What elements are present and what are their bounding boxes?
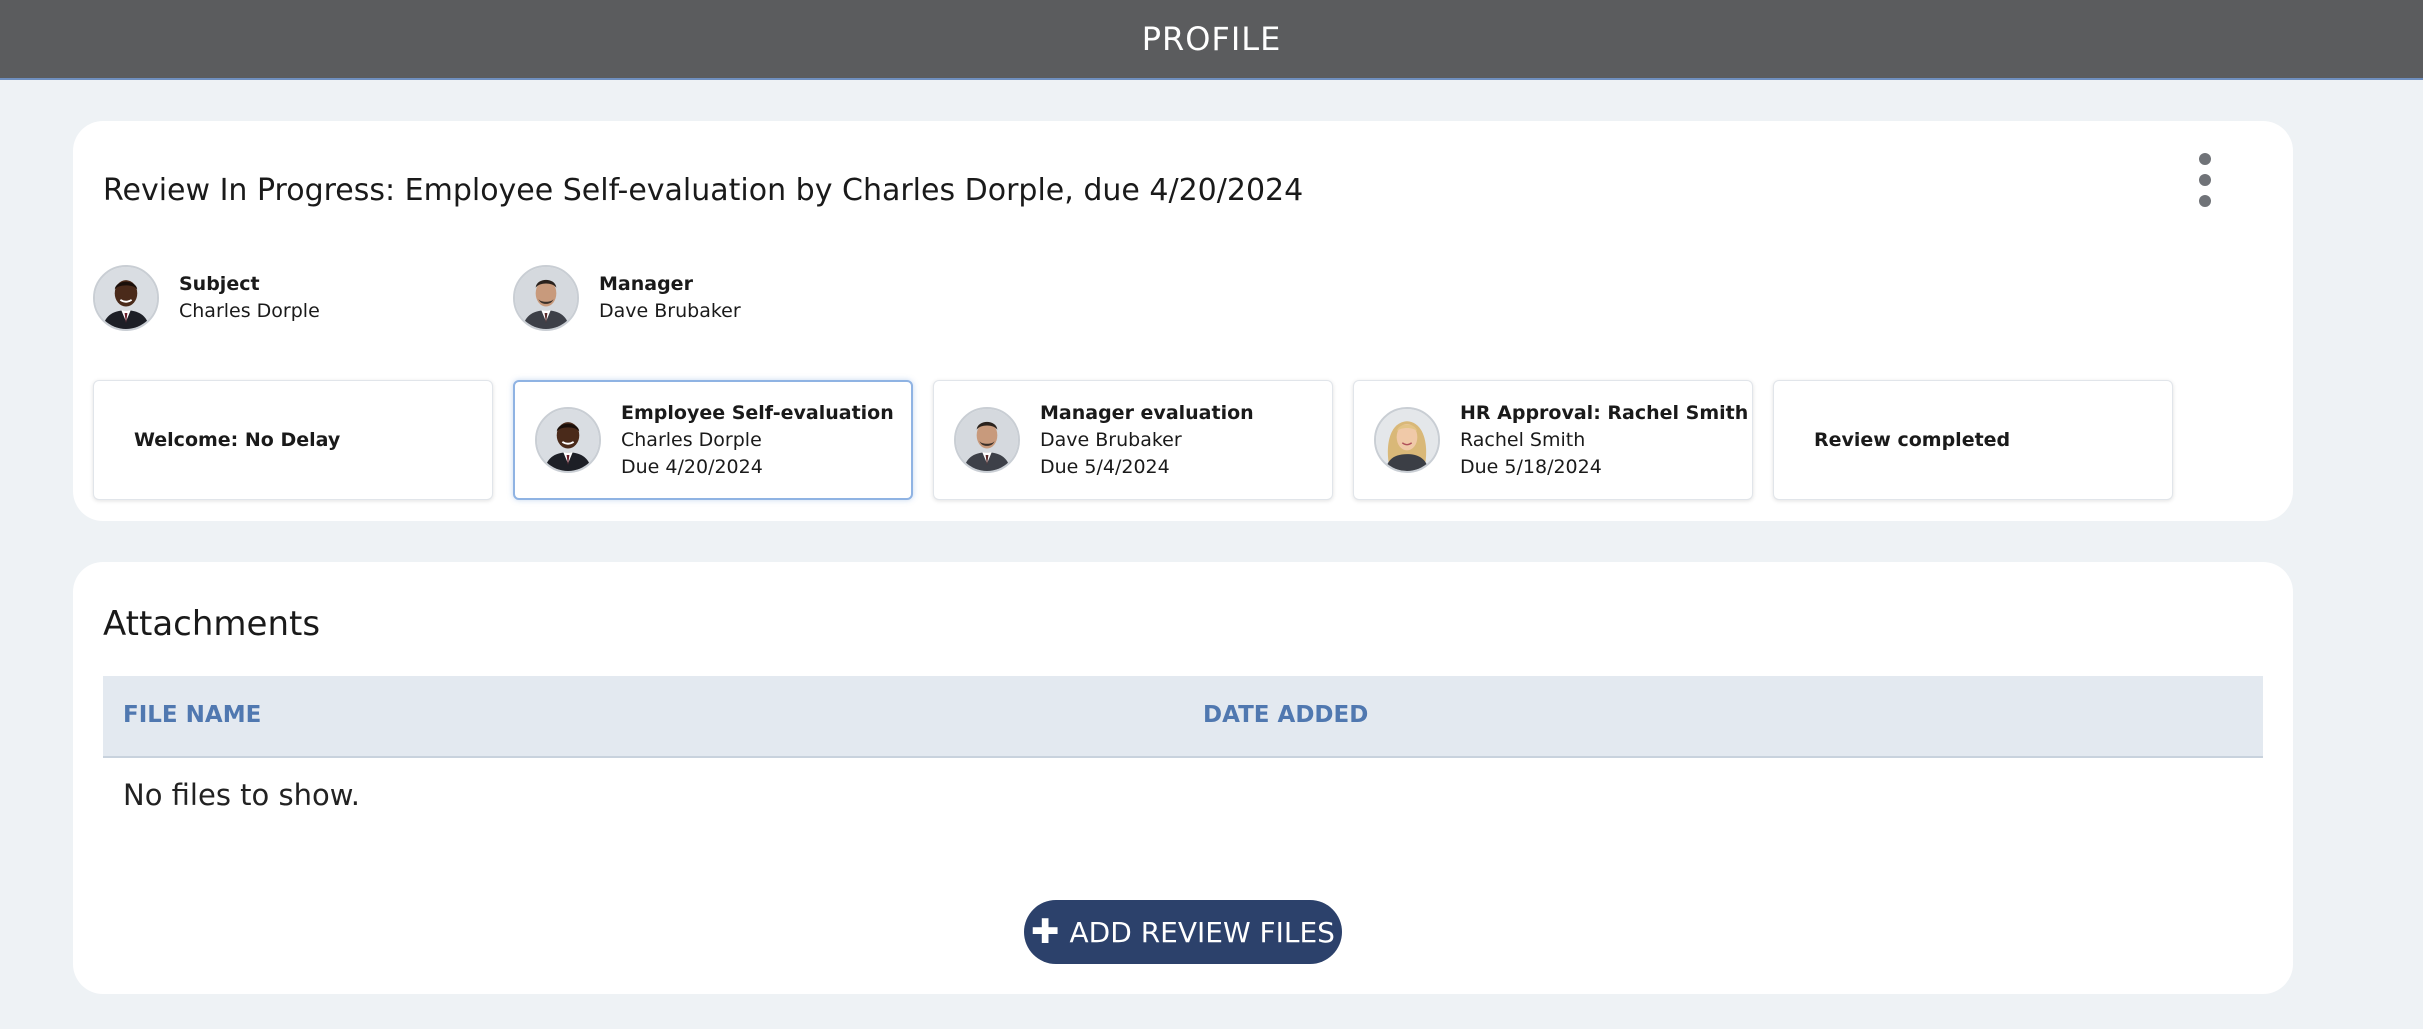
step-person: Charles Dorple bbox=[621, 428, 762, 451]
step-title: Employee Self-evaluation bbox=[621, 401, 894, 424]
manager-name: Dave Brubaker bbox=[599, 300, 741, 322]
step-due: Due 5/4/2024 bbox=[1040, 455, 1170, 478]
step-due: Due 4/20/2024 bbox=[621, 455, 763, 478]
add-review-files-button[interactable]: ✚ ADD REVIEW FILES bbox=[1024, 900, 1342, 964]
add-button-label: ADD REVIEW FILES bbox=[1069, 915, 1335, 949]
attachments-title: Attachments bbox=[103, 604, 321, 644]
step-title: Review completed bbox=[1814, 428, 2011, 451]
column-file-name[interactable]: FILE NAME bbox=[123, 702, 261, 728]
step-avatar bbox=[954, 407, 1020, 473]
column-date-added[interactable]: DATE ADDED bbox=[1203, 702, 1368, 728]
attachments-card: Attachments FILE NAME DATE ADDED No file… bbox=[73, 562, 2293, 994]
step-person: Dave Brubaker bbox=[1040, 428, 1182, 451]
review-title: Review In Progress: Employee Self-evalua… bbox=[103, 173, 1304, 208]
manager-label: Manager bbox=[599, 273, 693, 295]
top-bar: PROFILE bbox=[0, 0, 2423, 80]
more-vertical-icon[interactable] bbox=[2193, 153, 2217, 207]
plus-icon: ✚ bbox=[1031, 912, 1060, 952]
table-header: FILE NAME DATE ADDED bbox=[103, 676, 2263, 758]
subject-avatar bbox=[93, 265, 159, 331]
empty-message: No files to show. bbox=[123, 778, 360, 812]
attachments-table: FILE NAME DATE ADDED No files to show. bbox=[103, 676, 2263, 838]
step-employee-self-evaluation[interactable]: Employee Self-evaluation Charles Dorple … bbox=[513, 380, 913, 500]
step-welcome[interactable]: Welcome: No Delay bbox=[93, 380, 493, 500]
subject-info: Subject Charles Dorple bbox=[93, 265, 320, 331]
step-title: HR Approval: Rachel Smith bbox=[1460, 401, 1749, 424]
manager-info: Manager Dave Brubaker bbox=[513, 265, 741, 331]
page-title: PROFILE bbox=[1141, 20, 1282, 58]
step-due: Due 5/18/2024 bbox=[1460, 455, 1602, 478]
step-hr-approval[interactable]: HR Approval: Rachel Smith Rachel Smith D… bbox=[1353, 380, 1753, 500]
empty-row: No files to show. bbox=[103, 758, 2263, 838]
step-manager-evaluation[interactable]: Manager evaluation Dave Brubaker Due 5/4… bbox=[933, 380, 1333, 500]
step-title: Welcome: No Delay bbox=[134, 428, 341, 451]
step-review-completed[interactable]: Review completed bbox=[1773, 380, 2173, 500]
step-person: Rachel Smith bbox=[1460, 428, 1586, 451]
step-avatar bbox=[1374, 407, 1440, 473]
subject-label: Subject bbox=[179, 273, 260, 295]
manager-avatar bbox=[513, 265, 579, 331]
subject-name: Charles Dorple bbox=[179, 300, 320, 322]
step-avatar bbox=[535, 407, 601, 473]
step-title: Manager evaluation bbox=[1040, 401, 1254, 424]
review-card: Review In Progress: Employee Self-evalua… bbox=[73, 121, 2293, 521]
